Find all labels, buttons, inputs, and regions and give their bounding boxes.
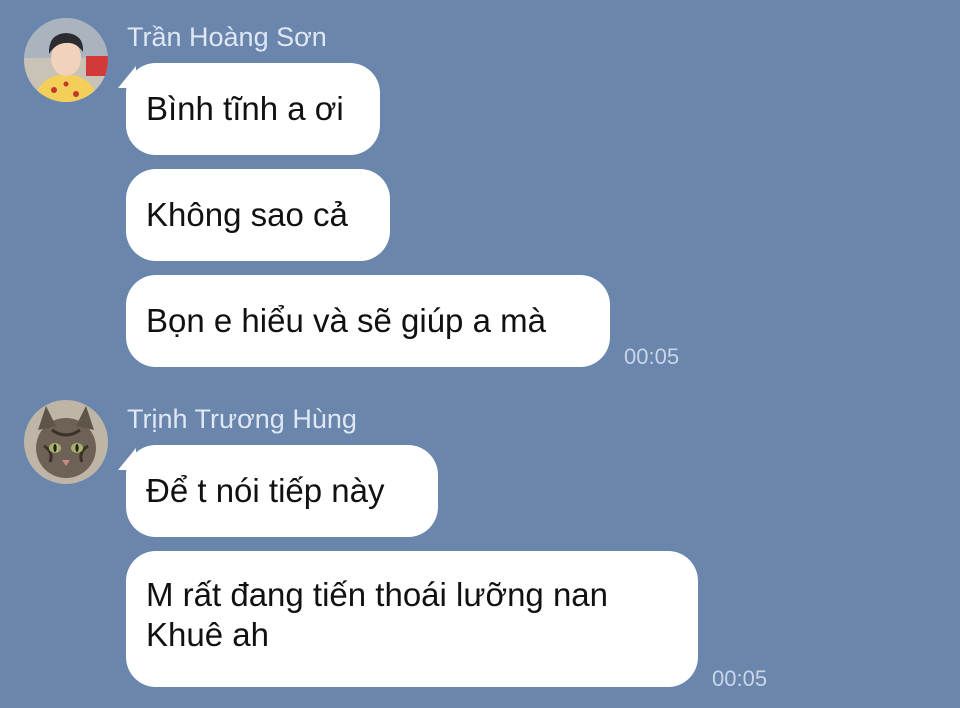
message-bubble[interactable]: Bình tĩnh a ơi [126,63,380,155]
message-text-line: M rất đang tiến thoái lưỡng nan [146,576,609,613]
message-text: Không sao cả [146,196,348,233]
sender-name: Trần Hoàng Sơn [127,22,327,52]
message-bubble[interactable]: Không sao cả [126,169,390,261]
avatar-tran-hoang-son[interactable] [24,18,108,102]
sender-name: Trịnh Trương Hùng [127,404,357,434]
message-timestamp: 00:05 [624,344,680,369]
message-bubble[interactable]: Để t nói tiếp này [126,445,438,537]
message-text: Bình tĩnh a ơi [146,90,344,127]
message-timestamp: 00:05 [712,666,768,691]
message-text: Bọn e hiểu và sẽ giúp a mà [146,302,546,339]
message-bubble[interactable]: Bọn e hiểu và sẽ giúp a mà [126,275,610,367]
avatar-trinh-truong-hung[interactable] [24,400,108,484]
message-text-line: Khuê ah [146,616,269,653]
message-text: Để t nói tiếp này [146,472,385,509]
message-bubble[interactable]: M rất đang tiến thoái lưỡng nan Khuê ah [126,551,698,687]
